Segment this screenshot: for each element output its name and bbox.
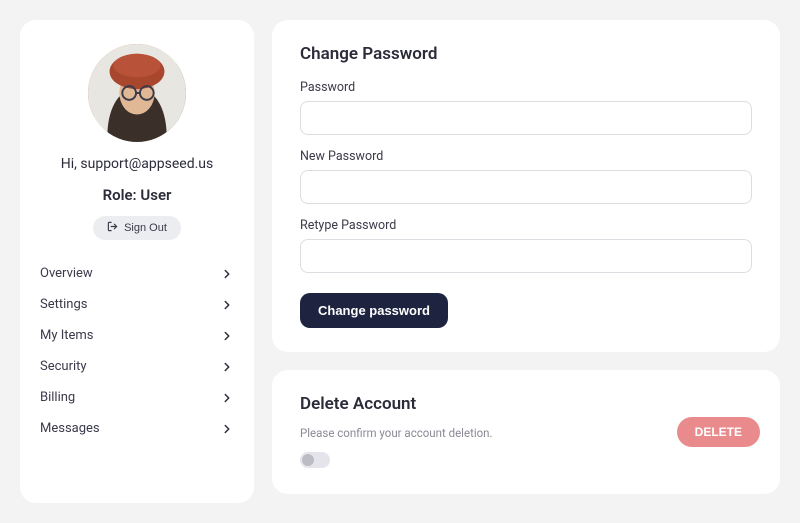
retype-password-input[interactable] (300, 239, 752, 273)
greeting-prefix: Hi, (61, 156, 81, 172)
sign-out-icon (107, 221, 118, 235)
retype-password-field-group: Retype Password (300, 218, 752, 273)
new-password-input[interactable] (300, 170, 752, 204)
sidebar-item-label: Messages (40, 421, 100, 436)
change-password-title: Change Password (300, 44, 752, 64)
role-value: User (140, 186, 171, 204)
password-input[interactable] (300, 101, 752, 135)
avatar (88, 44, 186, 142)
chevron-right-icon (220, 360, 234, 374)
new-password-field-group: New Password (300, 149, 752, 204)
sign-out-button[interactable]: Sign Out (93, 216, 181, 240)
sidebar: Hi, support@appseed.us Role: User Sign O… (20, 20, 254, 503)
role-line: Role: User (36, 186, 238, 204)
sidebar-item-security[interactable]: Security (36, 351, 238, 382)
sidebar-item-billing[interactable]: Billing (36, 382, 238, 413)
sidebar-item-overview[interactable]: Overview (36, 258, 238, 289)
delete-account-card: Delete Account Please confirm your accou… (272, 370, 780, 494)
greeting: Hi, support@appseed.us (36, 156, 238, 172)
sidebar-item-label: Settings (40, 297, 87, 312)
change-password-card: Change Password Password New Password Re… (272, 20, 780, 352)
new-password-label: New Password (300, 149, 752, 164)
sidebar-item-label: Overview (40, 266, 93, 281)
sidebar-item-my-items[interactable]: My Items (36, 320, 238, 351)
retype-password-label: Retype Password (300, 218, 752, 233)
sidebar-item-label: Security (40, 359, 87, 374)
sidebar-menu: Overview Settings My Items Security Bill… (36, 258, 238, 444)
role-label: Role: (103, 186, 141, 204)
delete-account-title: Delete Account (300, 394, 752, 414)
sidebar-item-label: Billing (40, 390, 75, 405)
sidebar-item-settings[interactable]: Settings (36, 289, 238, 320)
chevron-right-icon (220, 329, 234, 343)
chevron-right-icon (220, 391, 234, 405)
chevron-right-icon (220, 422, 234, 436)
password-label: Password (300, 80, 752, 95)
delete-confirm-toggle[interactable] (300, 452, 330, 468)
chevron-right-icon (220, 267, 234, 281)
change-password-button[interactable]: Change password (300, 293, 448, 328)
sidebar-item-messages[interactable]: Messages (36, 413, 238, 444)
greeting-email: support@appseed.us (80, 156, 213, 172)
sign-out-label: Sign Out (124, 222, 167, 234)
chevron-right-icon (220, 298, 234, 312)
delete-button[interactable]: DELETE (677, 417, 760, 447)
sidebar-item-label: My Items (40, 328, 94, 343)
password-field-group: Password (300, 80, 752, 135)
main-content: Change Password Password New Password Re… (272, 20, 780, 503)
